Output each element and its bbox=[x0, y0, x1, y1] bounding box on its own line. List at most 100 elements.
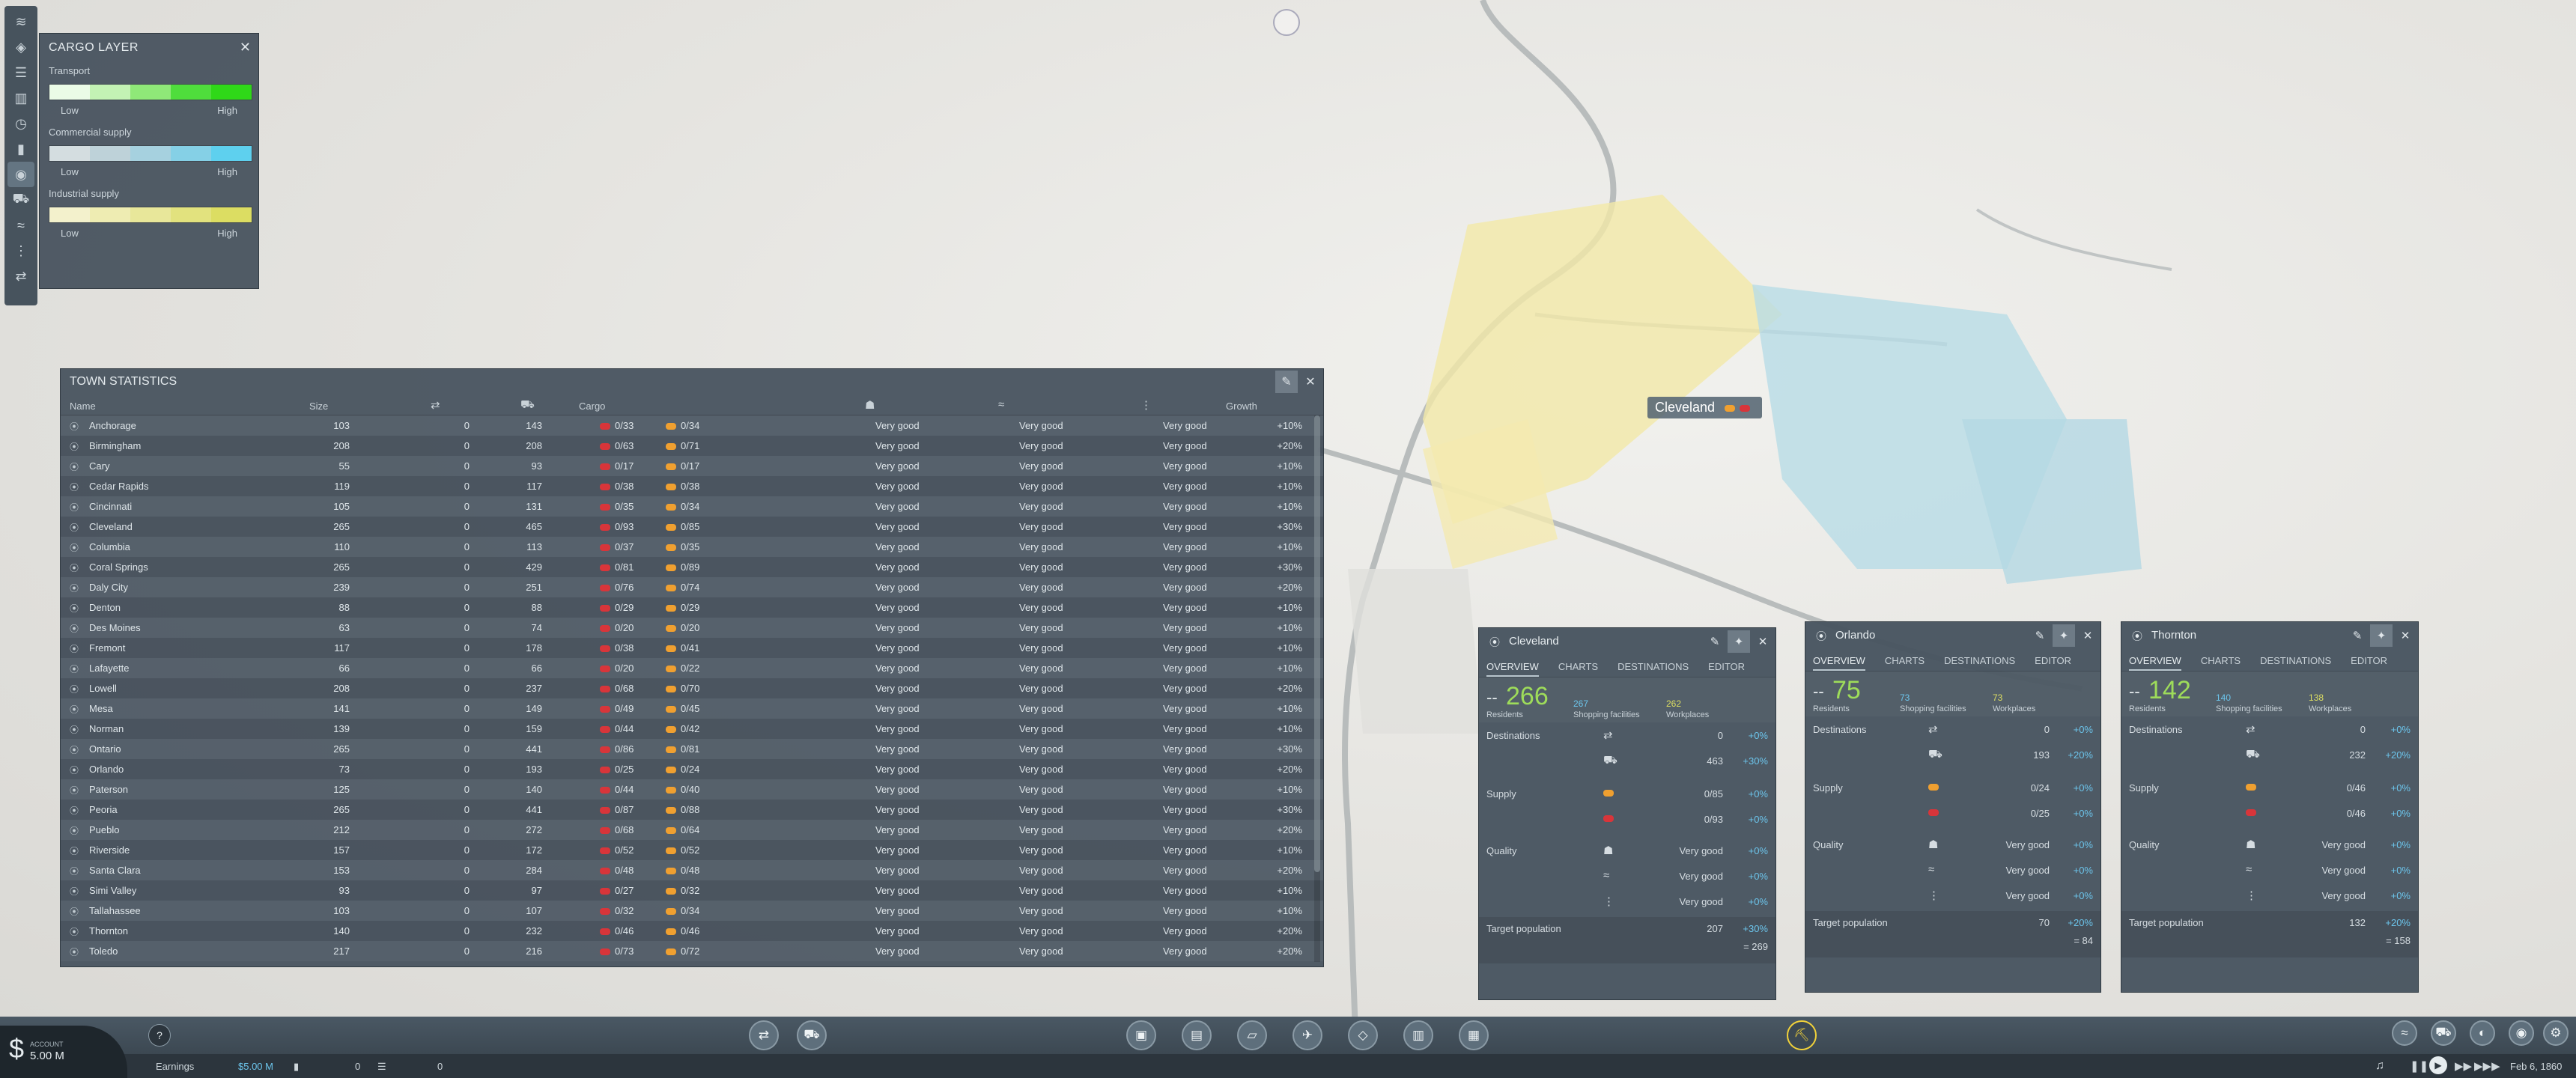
table-row[interactable]: ⦿ Pueblo 212 0 272 0/68 0/64 Very good Very good… bbox=[61, 820, 1323, 840]
play-icon[interactable]: ▶ bbox=[2429, 1056, 2447, 1074]
table-row[interactable]: ⦿ Cleveland 265 0 465 0/93 0/85 Very good Very g… bbox=[61, 517, 1323, 537]
table-row[interactable]: ⦿ Simi Valley 93 0 97 0/27 0/32 Very good Very g… bbox=[61, 880, 1323, 901]
tab-editor[interactable]: EDITOR bbox=[2351, 655, 2387, 671]
message-icon[interactable]: ☰ bbox=[377, 1061, 386, 1073]
table-row[interactable]: ⦿ Norman 139 0 159 0/44 0/42 Very good Very good… bbox=[61, 719, 1323, 739]
table-row[interactable]: ⦿ Fremont 117 0 178 0/38 0/41 Very good Very goo… bbox=[61, 638, 1323, 658]
location-icon[interactable]: ⦿ bbox=[70, 481, 79, 493]
close-icon[interactable]: ✕ bbox=[1752, 630, 1774, 653]
table-row[interactable]: ⦿ Mesa 141 0 149 0/49 0/45 Very good Very good Ve… bbox=[61, 698, 1323, 719]
table-row[interactable]: ⦿ Orlando 73 0 193 0/25 0/24 Very good Very good… bbox=[61, 759, 1323, 779]
table-row[interactable]: ⦿ Denton 88 0 88 0/29 0/29 Very good Very good Ve… bbox=[61, 597, 1323, 618]
location-icon[interactable]: ⦿ bbox=[70, 541, 79, 554]
settings-icon[interactable]: ⚙ bbox=[2543, 1020, 2569, 1046]
account-panel[interactable]: $ ACCOUNT 5.00 M bbox=[0, 1026, 127, 1078]
finance-icon[interactable]: ≈ bbox=[2392, 1020, 2417, 1046]
chart-icon[interactable]: ▮ bbox=[294, 1061, 299, 1073]
tab-charts[interactable]: CHARTS bbox=[1885, 655, 1925, 671]
table-row[interactable]: ⦿ Daly City 239 0 251 0/76 0/74 Very good Very g… bbox=[61, 577, 1323, 597]
location-icon[interactable]: ⦿ bbox=[70, 945, 79, 958]
column-name[interactable]: Name bbox=[70, 401, 96, 412]
building-icon[interactable]: ▥ bbox=[7, 85, 34, 111]
pin-icon[interactable]: ✦ bbox=[1728, 630, 1750, 653]
noise-icon[interactable]: ⋮ bbox=[1140, 398, 1152, 412]
table-row[interactable]: ⦿ Ontario 265 0 441 0/86 0/81 Very good Very goo… bbox=[61, 739, 1323, 759]
tab-charts[interactable]: CHARTS bbox=[1558, 661, 1598, 677]
location-icon[interactable]: ⦿ bbox=[70, 865, 79, 877]
location-icon[interactable]: ⦿ bbox=[70, 784, 79, 797]
location-icon[interactable]: ⦿ bbox=[70, 602, 79, 615]
column-growth[interactable]: Growth bbox=[1226, 401, 1257, 412]
edit-icon[interactable]: ✎ bbox=[1704, 630, 1726, 653]
location-icon[interactable]: ⦿ bbox=[70, 905, 79, 918]
column-cargo[interactable]: Cargo bbox=[579, 401, 605, 412]
location-icon[interactable]: ⦿ bbox=[70, 622, 79, 635]
vehicle-list-icon[interactable]: ⛟ bbox=[2431, 1020, 2456, 1046]
train-icon[interactable]: ▤ bbox=[1182, 1020, 1212, 1050]
pin-icon[interactable]: ✦ bbox=[2370, 624, 2393, 647]
emission-icon[interactable]: ≈ bbox=[998, 398, 1004, 411]
column-size[interactable]: Size bbox=[309, 401, 328, 412]
pin-icon[interactable]: ✎ bbox=[1275, 371, 1298, 393]
location-icon[interactable]: ⦿ bbox=[70, 703, 79, 716]
tab-editor[interactable]: EDITOR bbox=[2035, 655, 2071, 671]
close-icon[interactable]: ✕ bbox=[1299, 371, 1322, 393]
camera-icon[interactable]: ◐ bbox=[2470, 1020, 2495, 1046]
table-row[interactable]: ⦿ Riverside 157 0 172 0/52 0/52 Very good Very g… bbox=[61, 840, 1323, 860]
close-icon[interactable]: ✕ bbox=[2077, 624, 2099, 647]
quality-icon[interactable]: ☗ bbox=[865, 398, 875, 412]
tab-charts[interactable]: CHARTS bbox=[2201, 655, 2241, 671]
table-row[interactable]: ⦿ Thornton 140 0 232 0/46 0/46 Very good Very go… bbox=[61, 921, 1323, 941]
location-icon[interactable]: ⦿ bbox=[70, 885, 79, 898]
location-icon[interactable]: ⦿ bbox=[70, 460, 79, 473]
tab-destinations[interactable]: DESTINATIONS bbox=[1944, 655, 2015, 671]
emission-icon[interactable]: ≈ bbox=[7, 213, 34, 238]
location-icon[interactable]: ⦿ bbox=[70, 925, 79, 938]
route-icon[interactable]: ⇄ bbox=[7, 264, 34, 289]
fastest-icon[interactable]: ▶▶▶ bbox=[2474, 1059, 2500, 1073]
location-icon[interactable]: ⦿ bbox=[70, 501, 79, 514]
tab-destinations[interactable]: DESTINATIONS bbox=[1617, 661, 1689, 677]
table-row[interactable]: ⦿ Peoria 265 0 441 0/87 0/88 Very good Very good… bbox=[61, 800, 1323, 820]
lines-icon[interactable]: ☰ bbox=[7, 60, 34, 85]
table-row[interactable]: ⦿ Coral Springs 265 0 429 0/81 0/89 Very good Ve… bbox=[61, 557, 1323, 577]
table-row[interactable]: ⦿ Toledo 217 0 216 0/73 0/72 Very good Very good… bbox=[61, 941, 1323, 961]
location-icon[interactable]: ⦿ bbox=[70, 824, 79, 837]
pause-icon[interactable]: ❚❚ bbox=[2410, 1059, 2428, 1073]
shuffle-icon[interactable]: ⇄ bbox=[431, 398, 440, 412]
plane-icon[interactable]: ✈ bbox=[1292, 1020, 1322, 1050]
city-label[interactable]: Cleveland bbox=[1647, 397, 1763, 418]
car-icon[interactable]: ⛟ bbox=[520, 398, 535, 412]
bulldoze-icon[interactable]: ⛏ bbox=[1787, 1020, 1817, 1050]
location-icon[interactable]: ⦿ bbox=[70, 743, 79, 756]
terrain-icon[interactable]: ◇ bbox=[1348, 1020, 1378, 1050]
location-icon[interactable]: ⦿ bbox=[70, 844, 79, 857]
location-icon[interactable]: ⦿ bbox=[70, 804, 79, 817]
location-icon[interactable]: ⦿ bbox=[70, 420, 79, 433]
table-row[interactable]: ⦿ Anchorage 103 0 143 0/33 0/34 Very good Very g… bbox=[61, 415, 1323, 436]
road-vehicle-icon[interactable]: ▣ bbox=[1126, 1020, 1156, 1050]
vehicle-icon[interactable]: ⛟ bbox=[7, 187, 34, 213]
compass-icon[interactable] bbox=[1273, 9, 1300, 36]
location-icon[interactable]: ⦿ bbox=[70, 440, 79, 453]
location-icon[interactable]: ⦿ bbox=[1816, 629, 1826, 644]
table-row[interactable]: ⦿ Lafayette 66 0 66 0/20 0/22 Very good Very goo… bbox=[61, 658, 1323, 678]
pin-icon[interactable]: ✦ bbox=[2053, 624, 2075, 647]
table-row[interactable]: ⦿ Tallahassee 103 0 107 0/32 0/34 Very good Very… bbox=[61, 901, 1323, 921]
music-icon[interactable]: ♫ bbox=[2375, 1059, 2384, 1073]
layers-icon[interactable]: ≋ bbox=[7, 9, 34, 34]
chart-icon[interactable]: ▮ bbox=[7, 136, 34, 162]
tab-overview[interactable]: OVERVIEW bbox=[1813, 655, 1865, 671]
tab-overview[interactable]: OVERVIEW bbox=[2129, 655, 2181, 671]
fast-forward-icon[interactable]: ▶▶ bbox=[2455, 1059, 2472, 1073]
table-row[interactable]: ⦿ Lowell 208 0 237 0/68 0/70 Very good Very good… bbox=[61, 678, 1323, 698]
location-icon[interactable]: ⦿ bbox=[1489, 635, 1500, 650]
close-icon[interactable]: ✕ bbox=[2394, 624, 2416, 647]
table-row[interactable]: ⦿ Paterson 125 0 140 0/44 0/40 Very good Very go… bbox=[61, 779, 1323, 800]
town-icon[interactable]: ▥ bbox=[1403, 1020, 1433, 1050]
table-row[interactable]: ⦿ Des Moines 63 0 74 0/20 0/20 Very good Very go… bbox=[61, 618, 1323, 638]
help-icon[interactable]: ? bbox=[148, 1024, 171, 1047]
location-icon[interactable]: ⦿ bbox=[70, 582, 79, 594]
location-icon[interactable]: ⦿ bbox=[70, 642, 79, 655]
scrollbar[interactable] bbox=[1314, 415, 1320, 962]
